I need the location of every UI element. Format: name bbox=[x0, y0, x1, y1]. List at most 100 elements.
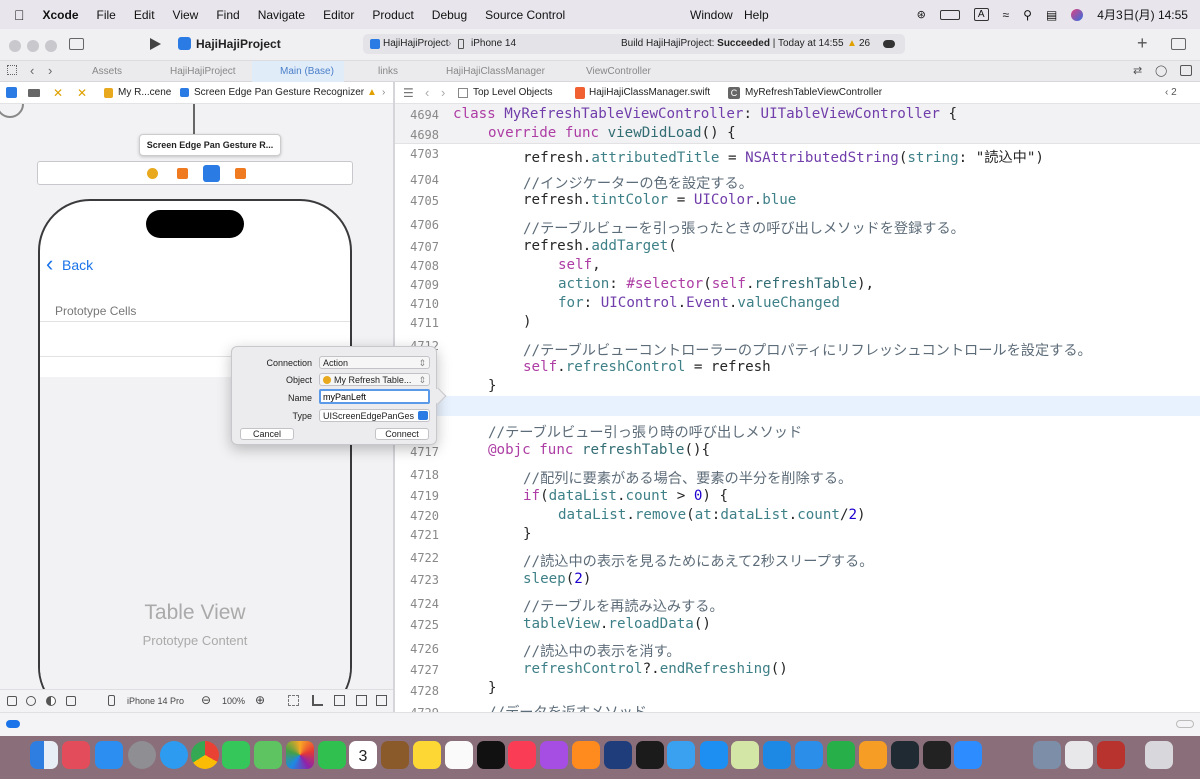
tab-main-base[interactable]: Main (Base) bbox=[252, 61, 344, 82]
dock-finder-icon[interactable] bbox=[30, 741, 58, 769]
back-icon[interactable]: ‹ bbox=[30, 63, 34, 78]
first-responder-icon[interactable] bbox=[177, 168, 188, 179]
apple-icon[interactable]:  bbox=[14, 7, 25, 23]
clock[interactable]: 4月3日(月) 14:55 bbox=[1097, 6, 1188, 23]
dock-messages-icon[interactable] bbox=[222, 741, 250, 769]
dock-trash-icon[interactable] bbox=[1145, 741, 1173, 769]
zoom-out-icon[interactable]: ⊖ bbox=[201, 693, 211, 707]
close-x-icon[interactable]: ✕ bbox=[53, 82, 63, 104]
menu-editor[interactable]: Editor bbox=[323, 8, 354, 22]
code-line[interactable]: class MyRefreshTableViewController: UITa… bbox=[453, 106, 957, 122]
dock-xcode-icon[interactable] bbox=[667, 741, 695, 769]
update-frames-icon[interactable] bbox=[288, 695, 299, 706]
warning-count[interactable]: 26 bbox=[859, 34, 870, 54]
code-line[interactable]: refresh.addTarget( bbox=[523, 238, 677, 254]
dock-facetime-icon[interactable] bbox=[318, 741, 346, 769]
window-zoom-button[interactable] bbox=[45, 40, 57, 52]
outline-toggle-icon[interactable] bbox=[7, 696, 17, 706]
warning-icon[interactable]: ▲ bbox=[847, 34, 857, 54]
dock-launchpad-icon[interactable] bbox=[62, 741, 90, 769]
search-icon[interactable]: ⚲ bbox=[1023, 8, 1032, 22]
code-line[interactable]: if(dataList.count > 0) { bbox=[523, 488, 728, 504]
input-source-icon[interactable]: A bbox=[973, 8, 989, 21]
menu-product[interactable]: Product bbox=[372, 8, 413, 22]
menu-edit[interactable]: Edit bbox=[134, 8, 155, 22]
code-line[interactable]: dataList.remove(at:dataList.count/2) bbox=[558, 507, 866, 523]
split-editor-icon[interactable] bbox=[1180, 65, 1192, 76]
dock-system-settings-icon[interactable] bbox=[128, 741, 156, 769]
code-comment[interactable]: //読込中の表示を消す。 bbox=[523, 641, 681, 661]
code-comment[interactable]: //インジケーターの色を設定する。 bbox=[523, 173, 753, 193]
connection-select[interactable]: Action ⇕ bbox=[319, 356, 430, 369]
code-line[interactable]: override func viewDidLoad() { bbox=[488, 125, 736, 141]
inspector-toggle-icon[interactable] bbox=[1171, 38, 1186, 50]
run-button[interactable] bbox=[150, 38, 161, 50]
folder-icon[interactable] bbox=[28, 89, 40, 97]
menu-app-name[interactable]: Xcode bbox=[43, 8, 79, 22]
back-button[interactable]: Back bbox=[62, 257, 93, 273]
menu-file[interactable]: File bbox=[97, 8, 116, 22]
tab-view-controller[interactable]: ViewController bbox=[572, 61, 682, 82]
dock-chrome-icon[interactable] bbox=[191, 741, 219, 769]
menu-help[interactable]: Help bbox=[744, 8, 769, 22]
code-comment[interactable]: //配列に要素がある場合、要素の半分を削除する。 bbox=[523, 468, 852, 488]
menu-view[interactable]: View bbox=[173, 8, 199, 22]
device-selector[interactable]: iPhone 14 bbox=[471, 34, 516, 54]
resolve-issues-icon[interactable] bbox=[356, 695, 367, 706]
dock-music-icon[interactable] bbox=[508, 741, 536, 769]
scroll-track[interactable] bbox=[1176, 720, 1194, 728]
dock-maps-icon[interactable] bbox=[254, 741, 282, 769]
back-icon-2[interactable]: ‹ bbox=[425, 82, 429, 104]
close-x-icon-2[interactable]: ✕ bbox=[77, 82, 87, 104]
code-line[interactable]: refresh.attributedTitle = NSAttributedSt… bbox=[523, 147, 1044, 167]
orientation-icon[interactable] bbox=[66, 696, 76, 706]
code-line[interactable]: } bbox=[523, 526, 532, 542]
code-line[interactable]: action: #selector(self.refreshTable), bbox=[558, 276, 874, 292]
code-line[interactable]: ) bbox=[523, 314, 532, 330]
dock-dictionary-icon[interactable] bbox=[1097, 741, 1125, 769]
dock-script-editor-icon[interactable] bbox=[1065, 741, 1093, 769]
dock-podcasts-icon[interactable] bbox=[540, 741, 568, 769]
jump-scene[interactable]: My R...cene bbox=[118, 82, 171, 104]
name-input[interactable] bbox=[319, 389, 430, 404]
dock-photos-icon[interactable] bbox=[286, 741, 314, 769]
code-comment[interactable]: //テーブルビューコントローラーのプロパティにリフレッシュコントロールを設定する… bbox=[523, 340, 1092, 360]
sidebar-toggle-icon[interactable] bbox=[69, 38, 84, 50]
zoom-in-icon[interactable]: ⊕ bbox=[255, 693, 265, 707]
add-constraints-icon[interactable] bbox=[334, 695, 345, 706]
code-line[interactable]: tableView.reloadData() bbox=[523, 616, 711, 632]
tab-assets[interactable]: Assets bbox=[78, 61, 153, 82]
dock-mail-icon[interactable] bbox=[95, 741, 123, 769]
siri-icon[interactable] bbox=[1071, 8, 1084, 21]
dock-notebook-icon[interactable] bbox=[381, 741, 409, 769]
dock-books-icon[interactable] bbox=[572, 741, 600, 769]
code-comment[interactable]: //データを返すメソッド bbox=[488, 702, 647, 712]
dock-tv-icon[interactable] bbox=[477, 741, 505, 769]
scene-label-box[interactable]: Screen Edge Pan Gesture R... bbox=[139, 134, 281, 156]
back-chevron-icon[interactable]: ‹ bbox=[46, 251, 53, 277]
code-line[interactable]: refreshControl?.endRefreshing() bbox=[523, 661, 788, 677]
jump-file[interactable]: HajiHajiClassManager.swift bbox=[589, 82, 710, 104]
type-select[interactable]: UIScreenEdgePanGes bbox=[319, 409, 430, 422]
device-config[interactable]: iPhone 14 Pro bbox=[127, 696, 184, 706]
code-editor[interactable]: 4694 4698 4703 4704 4705 4706 4707 4708 … bbox=[395, 104, 1200, 712]
code-line[interactable]: refresh.tintColor = UIColor.blue bbox=[523, 192, 796, 208]
cloud-icon[interactable] bbox=[883, 40, 895, 48]
dock-pages-icon[interactable] bbox=[859, 741, 887, 769]
window-minimize-button[interactable] bbox=[27, 40, 39, 52]
dark-mode-icon[interactable] bbox=[46, 696, 56, 706]
menu-navigate[interactable]: Navigate bbox=[258, 8, 305, 22]
dock-terminal-icon[interactable] bbox=[923, 741, 951, 769]
add-icon[interactable]: + bbox=[1137, 33, 1148, 54]
app-icon[interactable] bbox=[6, 87, 17, 98]
dock-chatgpt-icon[interactable] bbox=[891, 741, 919, 769]
code-comment[interactable]: //読込中の表示を見るためにあえて2秒スリープする。 bbox=[523, 551, 873, 571]
refresh-icon[interactable]: ⇄ bbox=[1133, 64, 1142, 77]
jump-class[interactable]: MyRefreshTableViewController bbox=[745, 82, 882, 104]
code-line[interactable]: @objc func refreshTable(){ bbox=[488, 442, 710, 458]
dock-keynote-icon[interactable] bbox=[795, 741, 823, 769]
code-line[interactable]: } bbox=[488, 378, 497, 394]
menu-window[interactable]: Window bbox=[690, 8, 733, 22]
menu-debug[interactable]: Debug bbox=[432, 8, 467, 22]
dock-app-store-icon[interactable] bbox=[700, 741, 728, 769]
